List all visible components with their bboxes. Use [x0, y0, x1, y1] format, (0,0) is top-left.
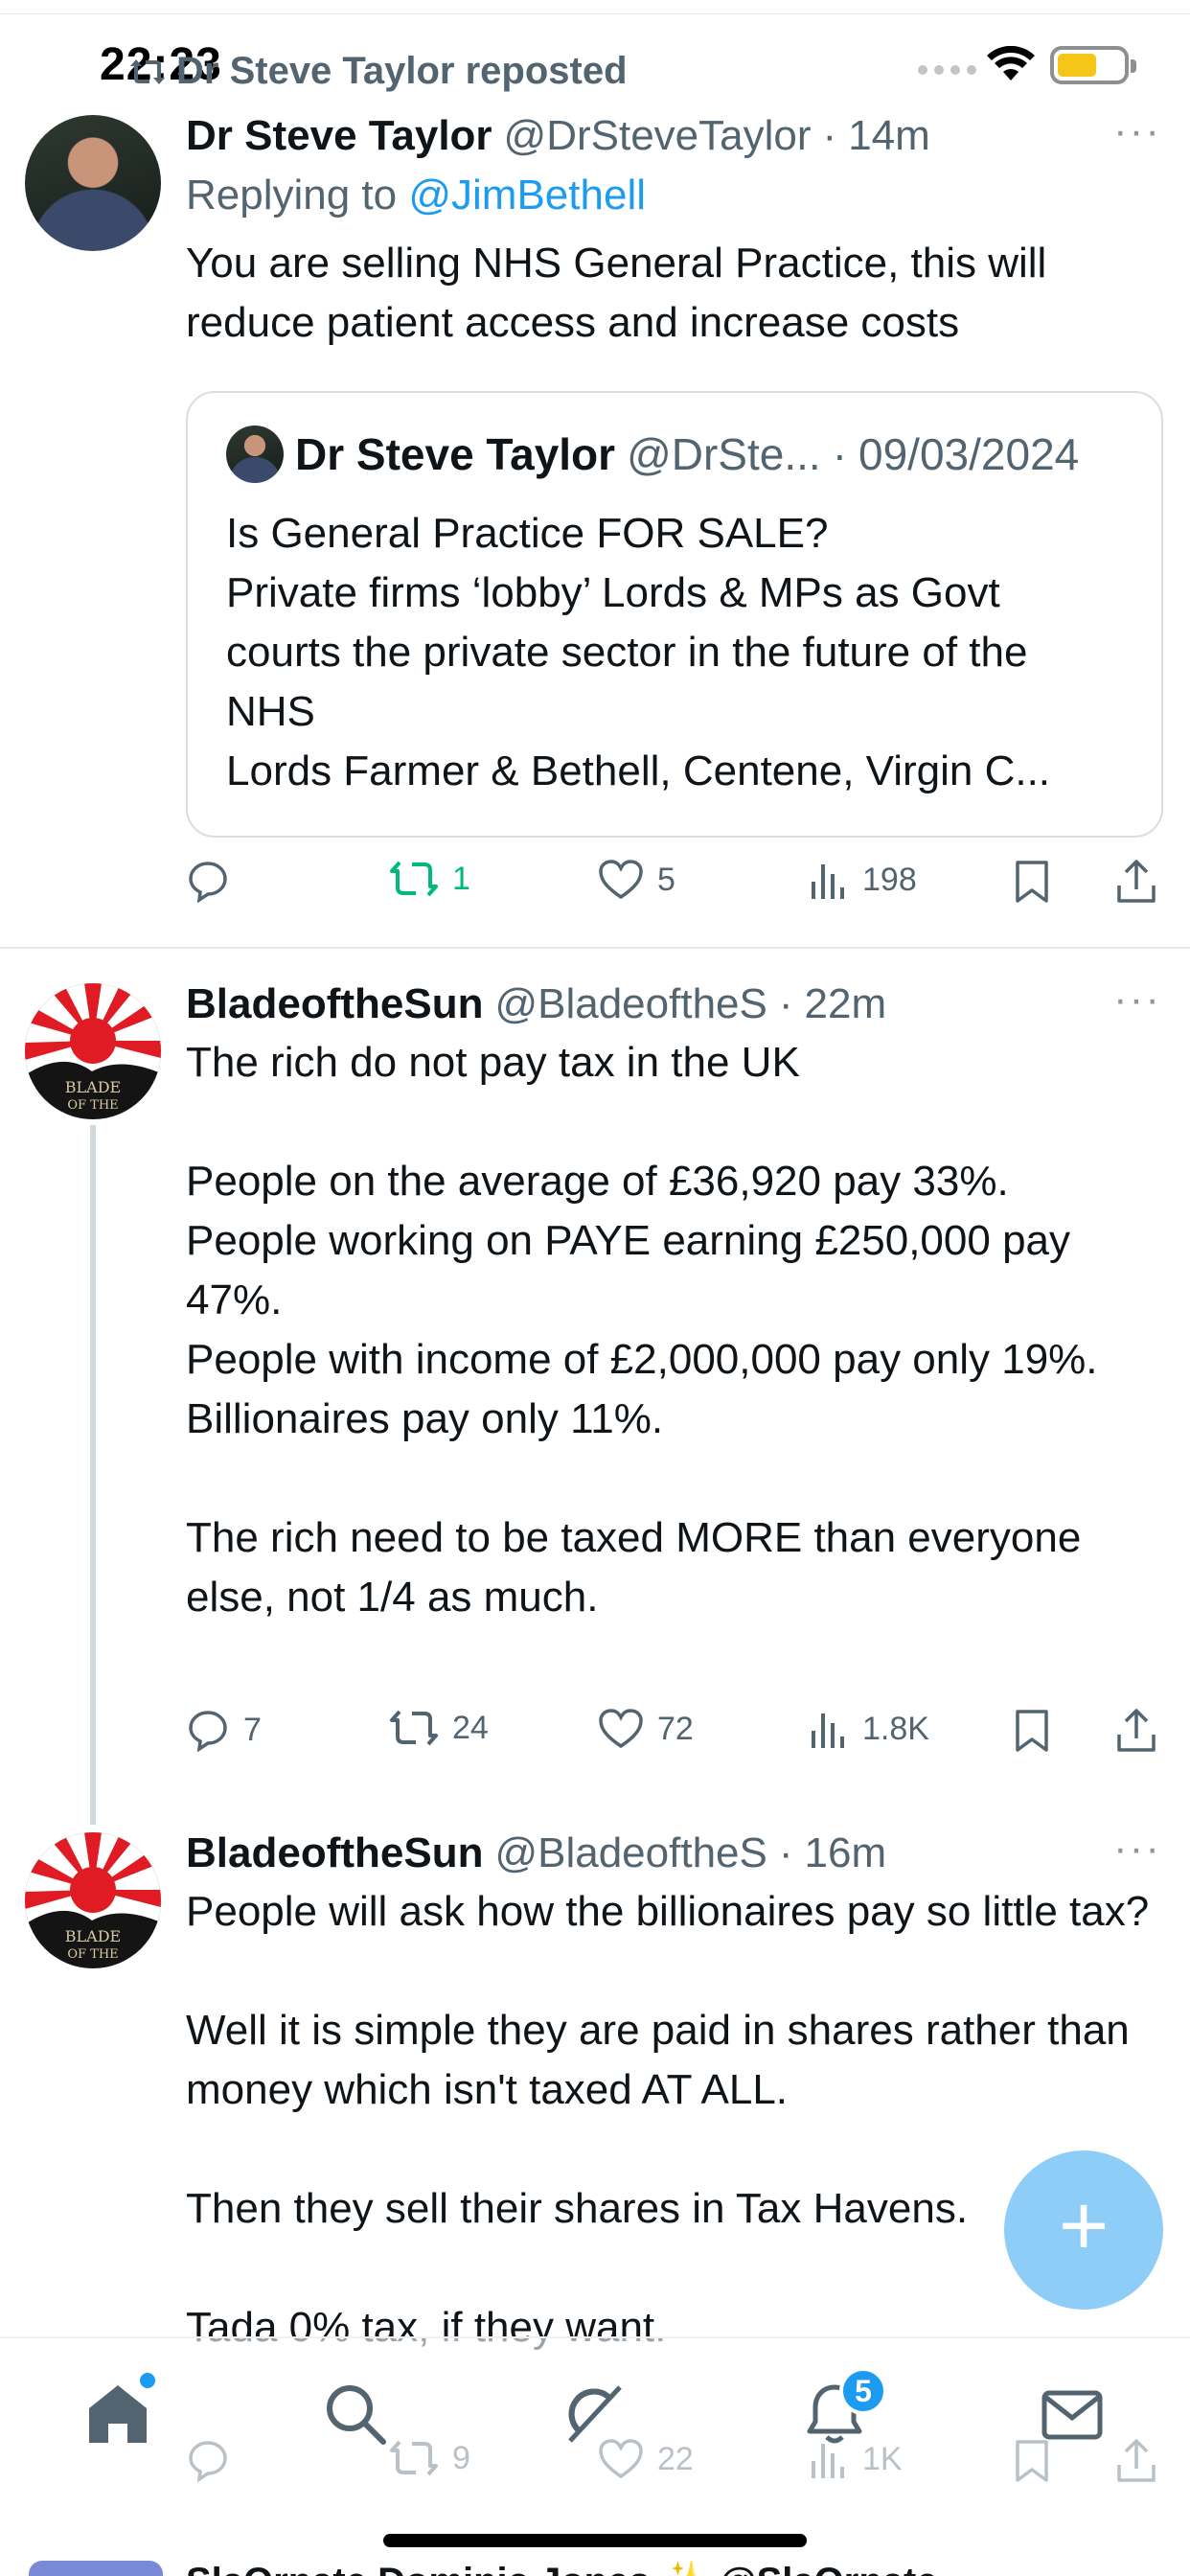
repost-button[interactable]: 1: [389, 859, 470, 899]
tweet-actions: 7 24 72 1.8K: [186, 1708, 1163, 1765]
mail-icon: [1041, 2390, 1103, 2440]
next-tweet-peek[interactable]: SlaOrnate Dominic Jones ✨ @SlaOrnate: [0, 2559, 1190, 2576]
tweet-divider: [0, 947, 1190, 949]
avatar[interactable]: [25, 115, 161, 251]
tweet-separator: ·: [778, 980, 793, 1027]
tweet-separator: ·: [822, 112, 837, 159]
tweet-author-handle[interactable]: @DrSteveTaylor: [504, 107, 812, 165]
like-count: 72: [657, 1710, 694, 1747]
repost-count: 24: [452, 1709, 489, 1746]
battery-icon: [1050, 46, 1136, 84]
cellular-signal-icon: [918, 65, 976, 75]
share-icon: [1117, 860, 1156, 903]
repost-icon: [130, 58, 165, 84]
replying-to: Replying to @JimBethell: [186, 165, 1163, 226]
bookmark-button[interactable]: [1014, 859, 1050, 905]
tab-messages[interactable]: [1029, 2371, 1115, 2457]
wifi-icon: [987, 46, 1035, 80]
repost-icon: [390, 861, 438, 897]
more-options-icon[interactable]: ···: [1113, 1825, 1161, 1873]
repost-button[interactable]: 24: [389, 1708, 489, 1748]
tweet-text: People will ask how the billionaires pay…: [186, 1888, 1150, 2351]
reply-count: 7: [243, 1711, 262, 1748]
next-tweet-avatar: [29, 2561, 163, 2576]
reply-button[interactable]: 7: [186, 1708, 262, 1752]
svg-text:OF THE: OF THE: [67, 1947, 118, 1962]
share-icon: [1117, 1709, 1156, 1752]
home-indicator[interactable]: [383, 2534, 807, 2547]
notifications-badge: 5: [839, 2367, 887, 2415]
tab-grok[interactable]: [550, 2371, 636, 2457]
quoted-author-name: Dr Steve Taylor: [295, 429, 616, 479]
quoted-date: 09/03/2024: [858, 429, 1080, 479]
like-button[interactable]: 5: [598, 859, 675, 901]
svg-text:BLADE: BLADE: [65, 1078, 121, 1096]
tweet-separator: ·: [778, 1829, 793, 1876]
tweet-author-handle[interactable]: @BladeoftheS: [494, 976, 767, 1033]
views-icon: [812, 1714, 844, 1748]
tweet-text: You are selling NHS General Practice, th…: [186, 240, 1059, 346]
tab-notifications[interactable]: 5: [791, 2367, 887, 2457]
top-divider: [0, 13, 1190, 14]
tweet-author-name[interactable]: BladeoftheSun: [186, 976, 483, 1033]
quoted-text: Is General Practice FOR SALE? Private fi…: [226, 510, 1051, 794]
grok-icon: [568, 2385, 622, 2443]
quoted-separator: ·: [832, 429, 848, 479]
tweet-timestamp[interactable]: 14m: [848, 107, 930, 165]
avatar[interactable]: BLADE OF THE: [25, 1832, 161, 1968]
heart-icon: [599, 1709, 643, 1749]
repost-notice-text: Dr Steve Taylor reposted: [176, 50, 628, 92]
home-icon: [89, 2385, 147, 2443]
more-options-icon[interactable]: ···: [1113, 976, 1161, 1024]
reply-button[interactable]: [186, 859, 243, 903]
svg-text:OF THE: OF THE: [67, 1098, 118, 1113]
repost-count: 1: [452, 860, 470, 897]
tweet-timestamp[interactable]: 22m: [805, 976, 887, 1033]
compose-plus-icon: +: [1058, 2178, 1110, 2274]
home-unread-dot: [140, 2373, 155, 2388]
views-count: 198: [862, 861, 917, 898]
replying-to-label: Replying to: [186, 172, 409, 218]
bookmark-icon: [1016, 861, 1048, 903]
reply-icon: [189, 862, 227, 903]
thread-connector: [90, 1125, 96, 1825]
compose-button[interactable]: +: [1004, 2150, 1163, 2310]
more-options-icon[interactable]: ···: [1113, 107, 1161, 155]
tweet-actions: 1 5 198: [186, 859, 1163, 916]
like-count: 5: [657, 861, 675, 898]
views-icon: [812, 864, 844, 899]
avatar[interactable]: BLADE OF THE: [25, 983, 161, 1119]
replying-to-handle[interactable]: @JimBethell: [408, 172, 646, 218]
like-button[interactable]: 72: [598, 1708, 694, 1750]
quoted-author-handle: @DrSte...: [627, 429, 821, 479]
tab-home[interactable]: [75, 2371, 161, 2457]
quoted-avatar: [226, 426, 284, 483]
reply-icon: [189, 1711, 227, 1752]
repost-icon: [390, 1710, 438, 1746]
repost-notice[interactable]: Dr Steve Taylor reposted: [128, 50, 628, 93]
heart-icon: [599, 860, 643, 900]
tweet-timestamp[interactable]: 16m: [805, 1825, 887, 1882]
next-tweet-header: SlaOrnate Dominic Jones ✨ @SlaOrnate: [186, 2559, 938, 2576]
quoted-tweet[interactable]: Dr Steve Taylor @DrSte... · 09/03/2024 I…: [186, 391, 1163, 838]
views-button[interactable]: 198: [809, 859, 917, 901]
bookmark-button[interactable]: [1014, 1708, 1050, 1754]
tweet-author-handle[interactable]: @BladeoftheS: [494, 1825, 767, 1882]
views-button[interactable]: 1.8K: [809, 1708, 929, 1750]
tab-search[interactable]: [312, 2371, 399, 2457]
tweet-author-name[interactable]: Dr Steve Taylor: [186, 107, 492, 165]
share-button[interactable]: [1115, 1708, 1157, 1754]
bookmark-icon: [1016, 1710, 1048, 1752]
svg-text:BLADE: BLADE: [65, 1927, 121, 1945]
tweet-text: The rich do not pay tax in the UK People…: [186, 1039, 1098, 1621]
tweet-author-name[interactable]: BladeoftheSun: [186, 1825, 483, 1882]
views-count: 1.8K: [862, 1710, 929, 1747]
share-button[interactable]: [1115, 859, 1157, 905]
search-icon: [327, 2385, 386, 2445]
